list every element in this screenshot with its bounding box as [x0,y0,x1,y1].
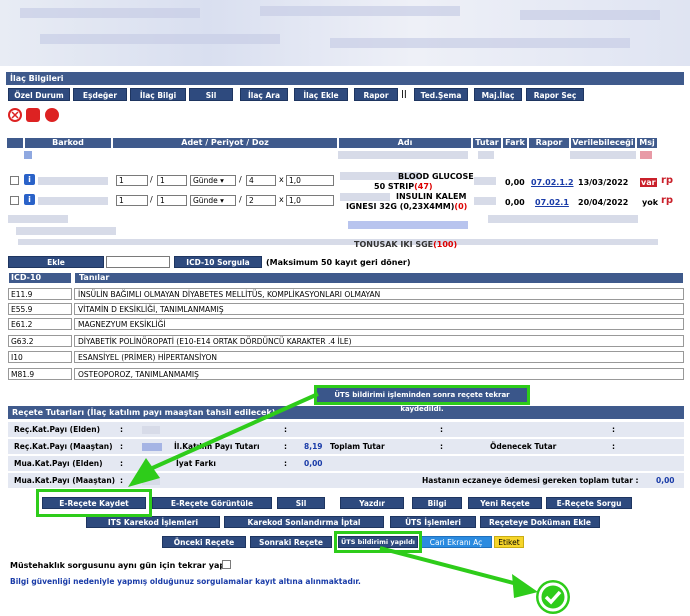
footer-note: Bilgi güvenliği nedeniyle yapmış olduğun… [10,577,361,586]
muste-label: Müstehaklık sorgusunu aynı gün için tekr… [10,561,232,570]
muste-checkbox[interactable] [222,560,231,569]
check-icon [536,580,570,614]
arrow-overlay [128,392,538,598]
